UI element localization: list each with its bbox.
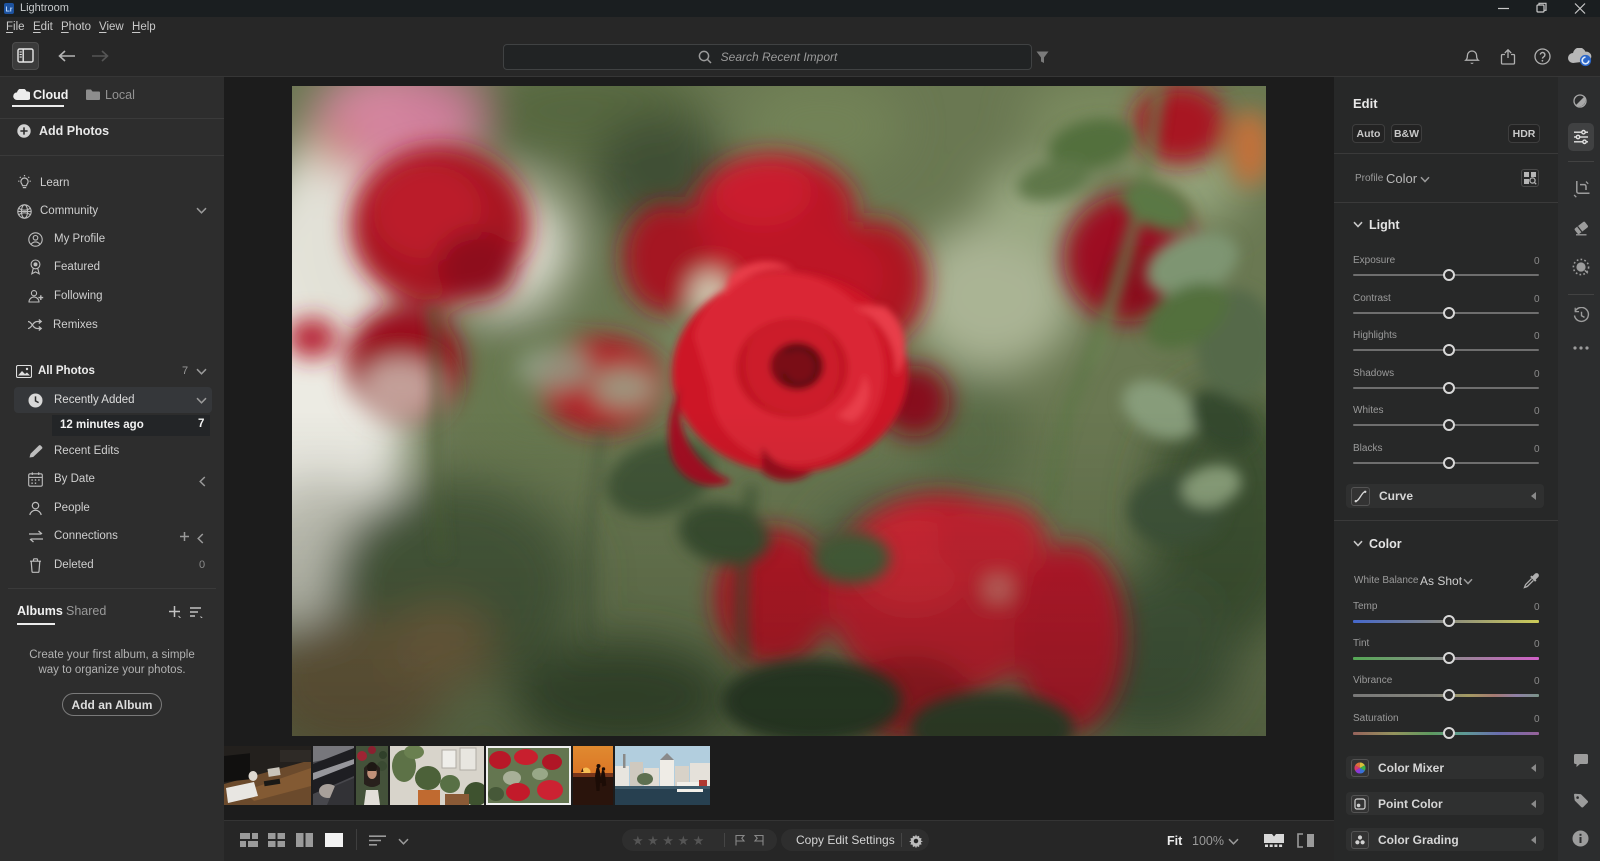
svg-text:Lr: Lr: [6, 7, 13, 14]
